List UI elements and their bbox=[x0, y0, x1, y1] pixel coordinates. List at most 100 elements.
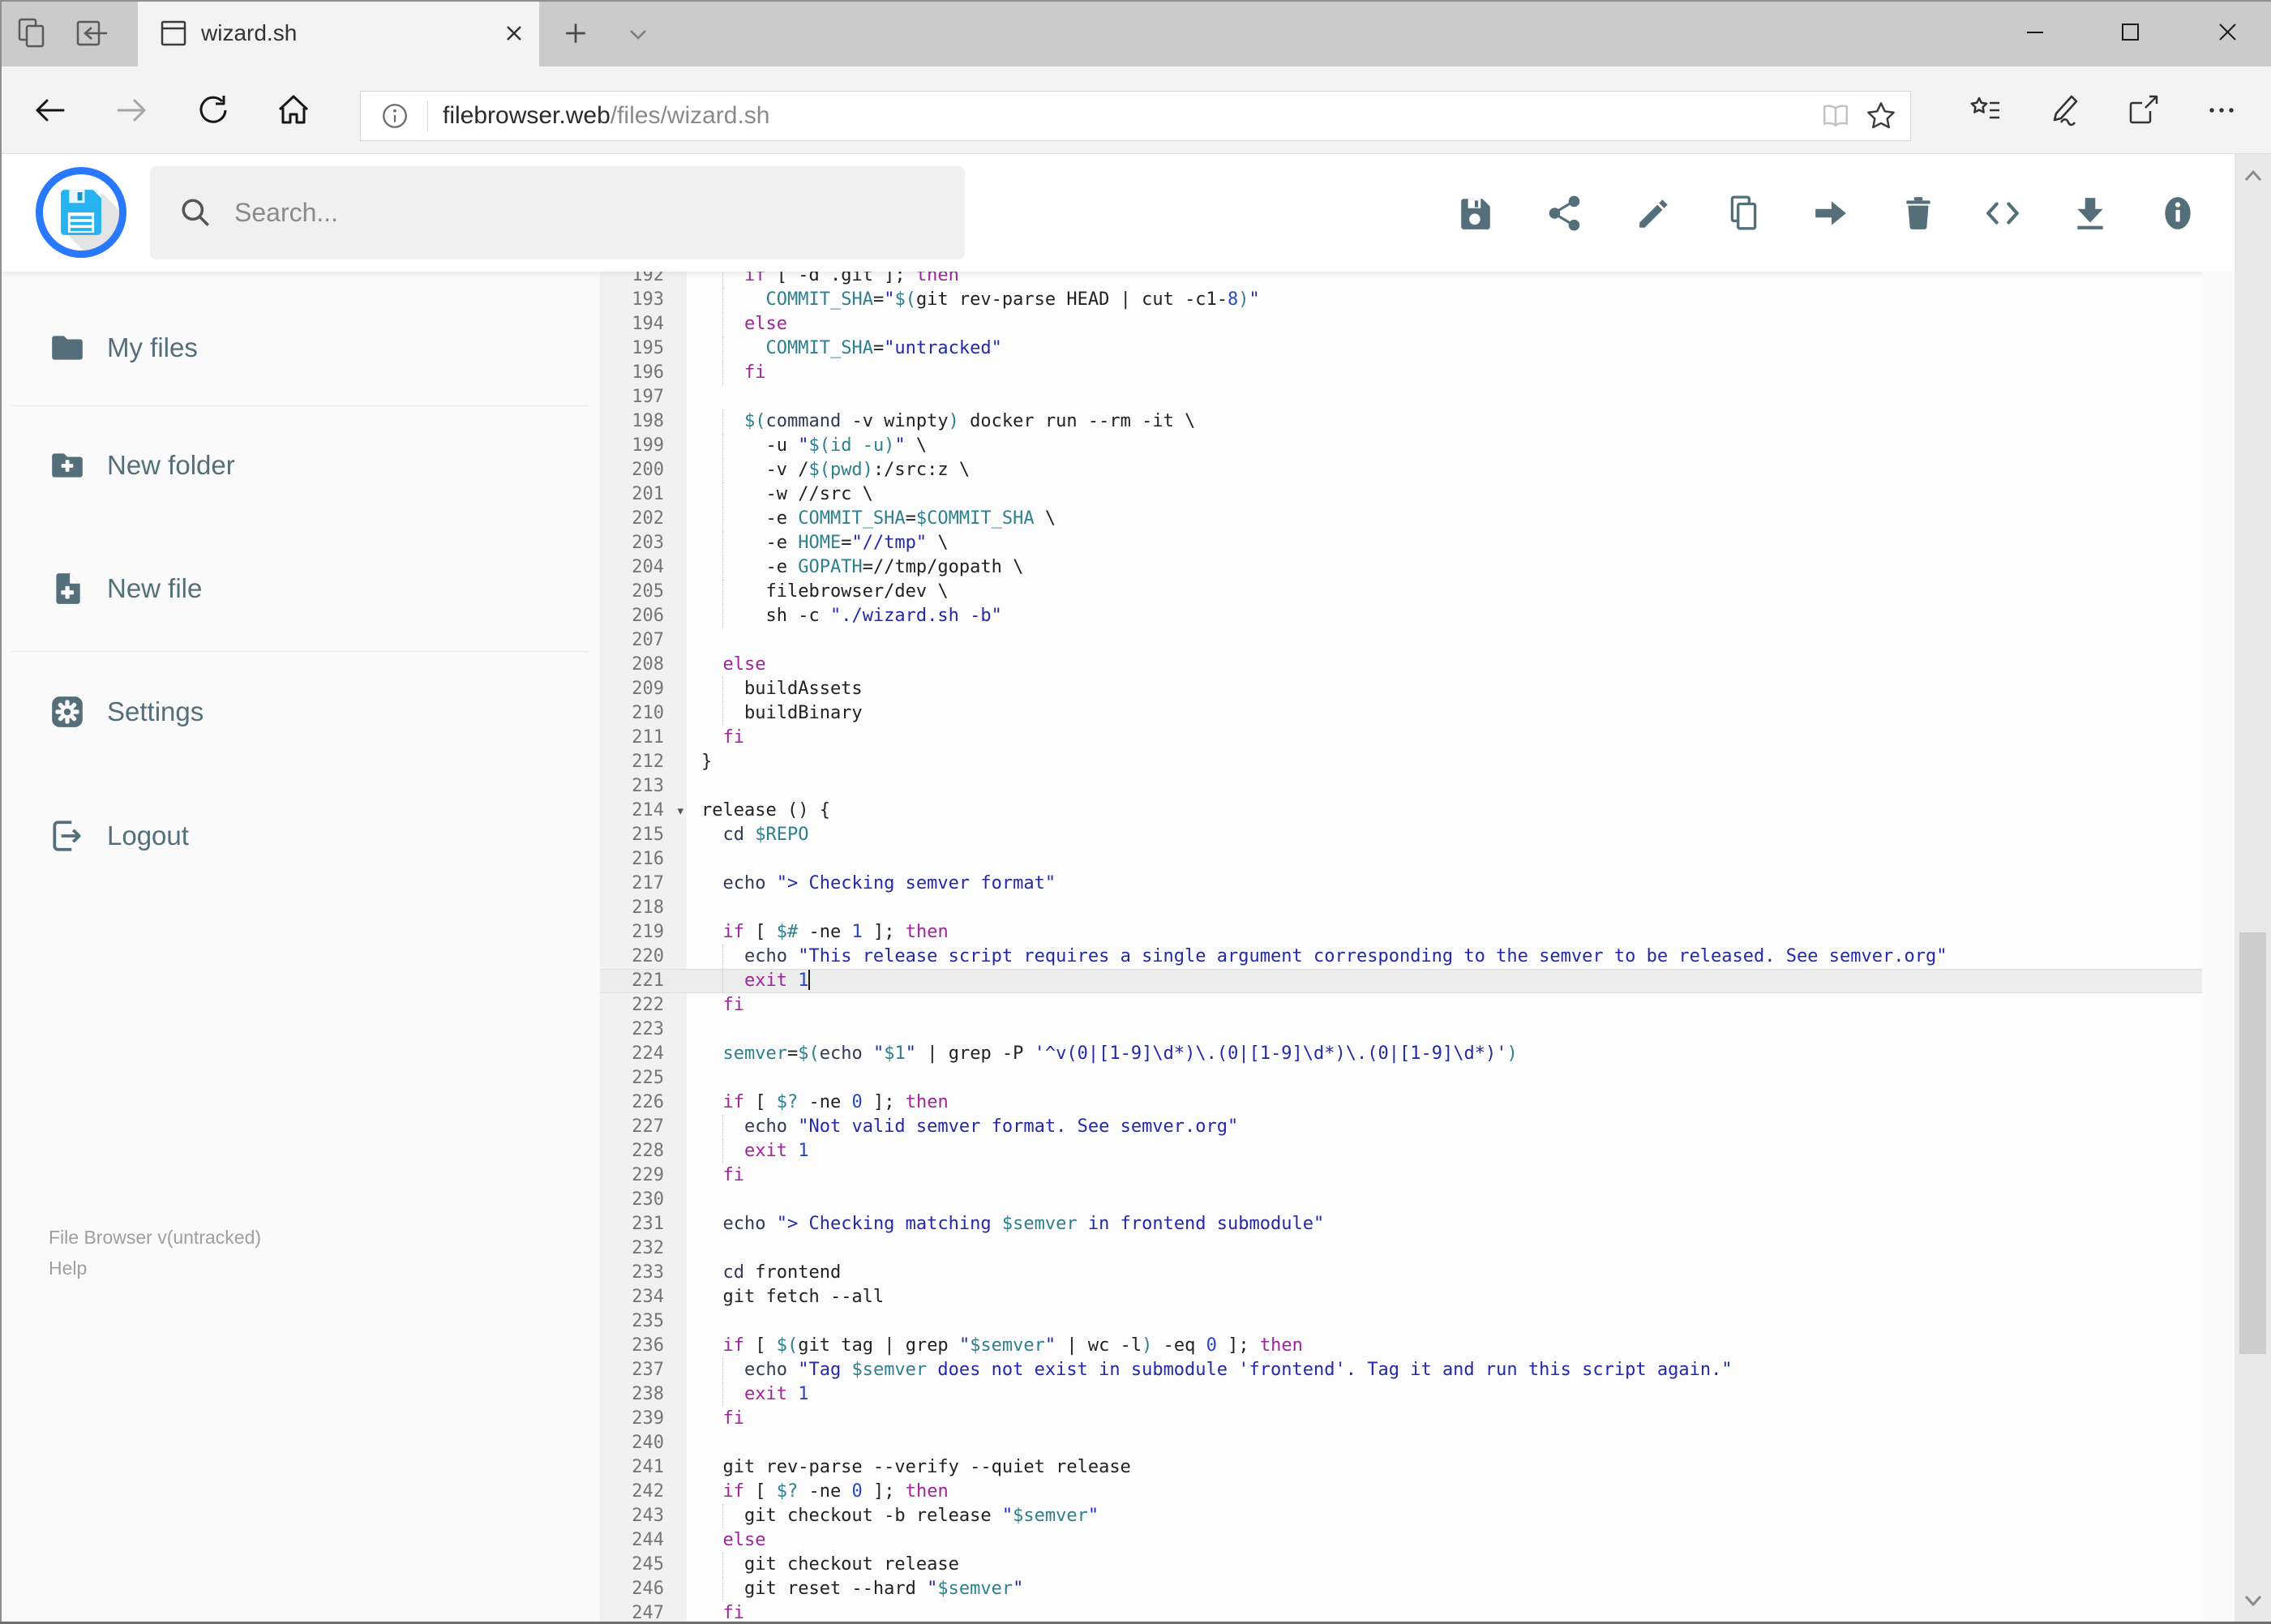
code-line[interactable]: 227 echo "Not valid semver format. See s… bbox=[600, 1115, 2235, 1139]
browser-tab[interactable]: wizard.sh bbox=[138, 0, 539, 66]
copy-icon[interactable] bbox=[1725, 195, 1762, 232]
code-text[interactable]: echo "Tag $semver does not exist in subm… bbox=[687, 1358, 2235, 1382]
code-line[interactable]: 217 echo "> Checking semver format" bbox=[600, 872, 2235, 896]
sidebar-item-settings[interactable]: Settings bbox=[0, 689, 600, 735]
code-text[interactable] bbox=[687, 1309, 2235, 1334]
code-text[interactable]: -w //src \ bbox=[687, 482, 2235, 507]
code-line[interactable]: 235 bbox=[600, 1309, 2235, 1334]
code-text[interactable]: fi bbox=[687, 361, 2235, 385]
code-text[interactable]: -e GOPATH=//tmp/gopath \ bbox=[687, 555, 2235, 580]
home-icon[interactable] bbox=[259, 78, 328, 143]
code-line[interactable]: 234 git fetch --all bbox=[600, 1285, 2235, 1309]
code-text[interactable]: if [ $? -ne 0 ]; then bbox=[687, 1480, 2235, 1504]
edit-icon[interactable] bbox=[1635, 195, 1673, 232]
code-text[interactable]: if [ $? -ne 0 ]; then bbox=[687, 1091, 2235, 1115]
sidebar-item-new-folder[interactable]: New folder bbox=[0, 443, 600, 488]
code-text[interactable]: if [ $# -ne 1 ]; then bbox=[687, 920, 2235, 945]
code-line[interactable]: 209 buildAssets bbox=[600, 677, 2235, 701]
code-line[interactable]: 242 if [ $? -ne 0 ]; then bbox=[600, 1480, 2235, 1504]
code-line[interactable]: 210 buildBinary bbox=[600, 701, 2235, 726]
code-text[interactable] bbox=[687, 1018, 2235, 1042]
code-line[interactable]: 194 else bbox=[600, 312, 2235, 336]
code-text[interactable]: fi bbox=[687, 1163, 2235, 1188]
scrollbar-thumb[interactable] bbox=[2239, 932, 2266, 1354]
code-line[interactable]: 215 cd $REPO bbox=[600, 823, 2235, 847]
code-text[interactable]: fi bbox=[687, 726, 2235, 750]
tab-preview-chevron-icon[interactable] bbox=[618, 16, 658, 52]
code-text[interactable]: fi bbox=[687, 993, 2235, 1018]
more-menu-icon[interactable] bbox=[2186, 78, 2257, 143]
code-text[interactable]: exit 1 bbox=[687, 969, 2235, 993]
code-text[interactable]: else bbox=[687, 653, 2235, 677]
share-icon-browser[interactable] bbox=[2107, 78, 2179, 143]
code-line[interactable]: 223 bbox=[600, 1018, 2235, 1042]
code-line[interactable]: 240 bbox=[600, 1431, 2235, 1455]
save-icon[interactable] bbox=[1457, 195, 1494, 232]
code-text[interactable]: if [ $(git tag | grep "$semver" | wc -l)… bbox=[687, 1334, 2235, 1358]
code-text[interactable]: git rev-parse --verify --quiet release bbox=[687, 1455, 2235, 1480]
new-tab-icon[interactable] bbox=[553, 11, 598, 55]
code-text[interactable] bbox=[687, 896, 2235, 920]
code-text[interactable] bbox=[687, 1236, 2235, 1261]
filebrowser-logo[interactable] bbox=[36, 167, 126, 258]
code-text[interactable] bbox=[687, 1431, 2235, 1455]
code-text[interactable]: -v /$(pwd):/src:z \ bbox=[687, 458, 2235, 482]
code-line[interactable]: 201 -w //src \ bbox=[600, 482, 2235, 507]
code-line[interactable]: 228 exit 1 bbox=[600, 1139, 2235, 1163]
code-line[interactable]: 198 $(command -v winpty) docker run --rm… bbox=[600, 409, 2235, 434]
code-text[interactable]: else bbox=[687, 1528, 2235, 1553]
refresh-icon[interactable] bbox=[178, 78, 246, 143]
code-editor[interactable]: 192 if [ -d .git ]; then 193 COMMIT_SHA="… bbox=[600, 272, 2235, 1624]
code-line[interactable]: 229 fi bbox=[600, 1163, 2235, 1188]
scrollbar-up-icon[interactable] bbox=[2235, 159, 2271, 191]
code-text[interactable]: echo "> Checking matching $semver in fro… bbox=[687, 1212, 2235, 1236]
code-line[interactable]: 216 bbox=[600, 847, 2235, 872]
back-icon[interactable] bbox=[16, 78, 84, 143]
tabs-set-aside-icon[interactable] bbox=[10, 11, 55, 55]
help-link[interactable]: Help bbox=[49, 1253, 261, 1283]
code-line[interactable]: 232 bbox=[600, 1236, 2235, 1261]
code-line[interactable]: 205 filebrowser/dev \ bbox=[600, 580, 2235, 604]
tabs-aside-panel-icon[interactable] bbox=[68, 11, 114, 55]
forward-icon[interactable] bbox=[97, 78, 165, 143]
code-text[interactable]: buildAssets bbox=[687, 677, 2235, 701]
code-icon[interactable] bbox=[1984, 195, 2021, 232]
code-text[interactable] bbox=[687, 385, 2235, 409]
favorite-star-icon[interactable] bbox=[1858, 93, 1904, 139]
code-text[interactable]: git reset --hard "$semver" bbox=[687, 1577, 2235, 1601]
code-text[interactable]: cd frontend bbox=[687, 1261, 2235, 1285]
window-maximize-button[interactable] bbox=[2094, 6, 2167, 58]
code-text[interactable]: -e COMMIT_SHA=$COMMIT_SHA \ bbox=[687, 507, 2235, 531]
code-line[interactable]: 224 semver=$(echo "$1" | grep -P '^v(0|[… bbox=[600, 1042, 2235, 1066]
code-text[interactable]: fi bbox=[687, 1407, 2235, 1431]
download-icon[interactable] bbox=[2072, 195, 2109, 232]
code-line[interactable]: 207 bbox=[600, 628, 2235, 653]
code-line[interactable]: 202 -e COMMIT_SHA=$COMMIT_SHA \ bbox=[600, 507, 2235, 531]
code-line[interactable]: 247 fi bbox=[600, 1601, 2235, 1624]
code-line[interactable]: 192 if [ -d .git ]; then bbox=[600, 272, 2235, 288]
sidebar-item-new-file[interactable]: New file bbox=[0, 566, 600, 611]
code-text[interactable]: filebrowser/dev \ bbox=[687, 580, 2235, 604]
scrollbar-track[interactable] bbox=[2235, 154, 2271, 1624]
code-text[interactable]: cd $REPO bbox=[687, 823, 2235, 847]
code-line[interactable]: 239 fi bbox=[600, 1407, 2235, 1431]
tab-close-icon[interactable] bbox=[492, 11, 536, 55]
code-text[interactable] bbox=[687, 628, 2235, 653]
code-line[interactable]: 213 bbox=[600, 774, 2235, 799]
code-text[interactable]: } bbox=[687, 750, 2235, 774]
share-icon[interactable] bbox=[1546, 195, 1583, 232]
code-line[interactable]: 200 -v /$(pwd):/src:z \ bbox=[600, 458, 2235, 482]
info-icon[interactable] bbox=[2159, 195, 2196, 232]
code-line[interactable]: 245 git checkout release bbox=[600, 1553, 2235, 1577]
annotate-pen-icon[interactable] bbox=[2029, 78, 2100, 143]
code-text[interactable]: semver=$(echo "$1" | grep -P '^v(0|[1-9]… bbox=[687, 1042, 2235, 1066]
code-text[interactable]: COMMIT_SHA="untracked" bbox=[687, 336, 2235, 361]
delete-icon[interactable] bbox=[1900, 195, 1937, 232]
code-text[interactable] bbox=[687, 1066, 2235, 1091]
fold-marker-icon[interactable]: ▾ bbox=[677, 799, 683, 823]
search-box[interactable] bbox=[150, 166, 965, 259]
code-line[interactable]: 199 -u "$(id -u)" \ bbox=[600, 434, 2235, 458]
reading-view-icon[interactable] bbox=[1813, 93, 1858, 139]
code-text[interactable]: else bbox=[687, 312, 2235, 336]
search-input[interactable] bbox=[233, 197, 901, 229]
